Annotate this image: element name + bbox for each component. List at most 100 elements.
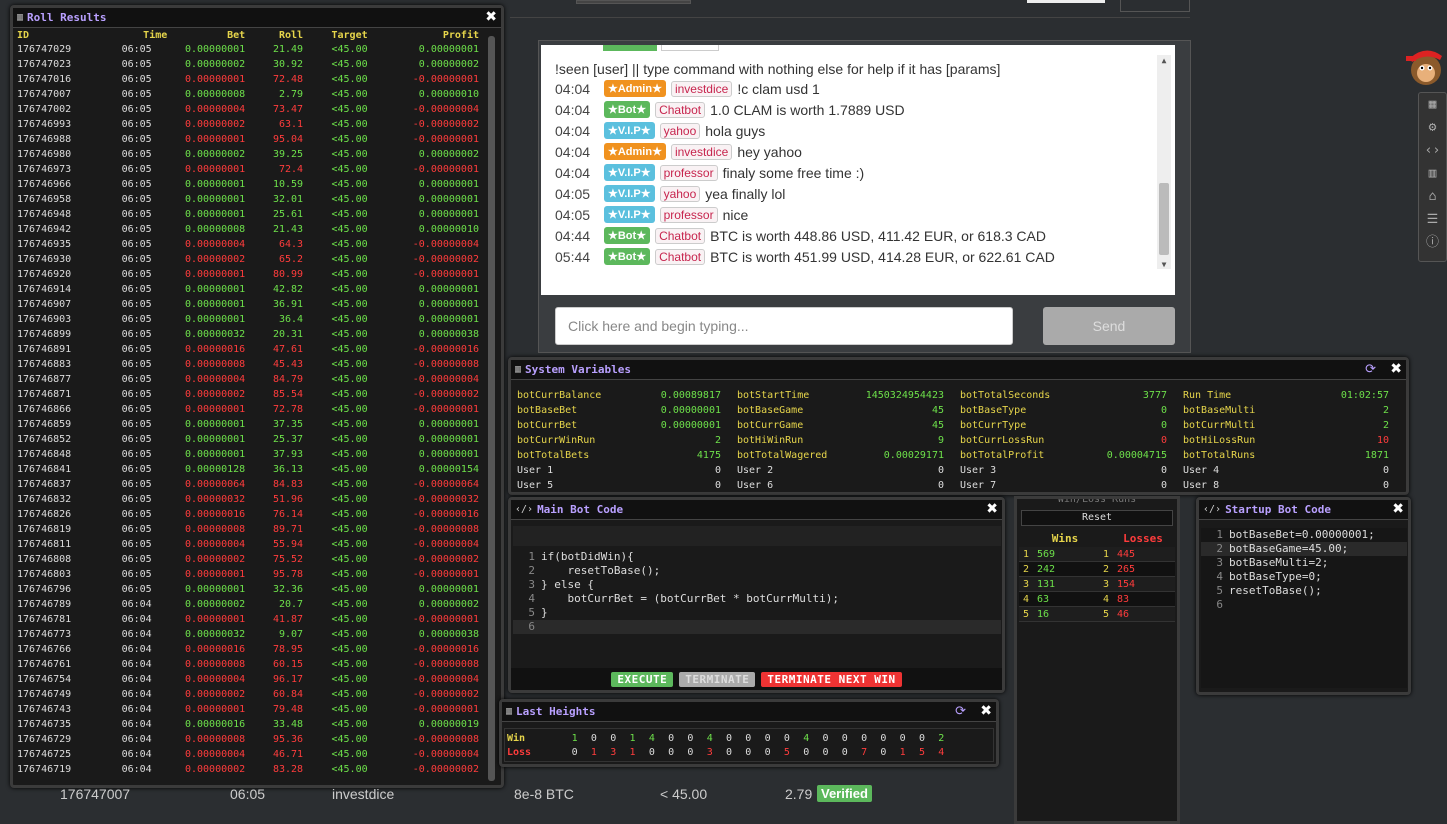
terminate-next-win-button[interactable]: TERMINATE NEXT WIN — [761, 671, 902, 687]
chat-username[interactable]: Chatbot — [655, 101, 706, 118]
terminate-button[interactable]: TERMINATE — [679, 671, 756, 687]
refresh-icon[interactable]: ⟳ — [1365, 362, 1376, 377]
table-cell: 06:05 — [121, 134, 152, 145]
system-variable: botBaseGame 45 — [735, 403, 958, 418]
system-variable: botTotalProfit 0.00004715 — [958, 448, 1181, 463]
table-cell: 42.82 — [272, 284, 304, 295]
chat-username[interactable]: Chatbot — [655, 248, 706, 265]
chat-username[interactable]: investdice — [670, 80, 733, 97]
startup-bot-code-titlebar[interactable]: ‹/› Startup Bot Code — [1199, 500, 1408, 520]
table-cell: <45.00 — [331, 239, 368, 250]
table-cell: -0.00000001 — [412, 74, 479, 85]
table-cell: -0.00000004 — [412, 749, 479, 760]
table-row: 176746808 06:05 0.00000002 75.52 <45.00 -0.00… — [17, 552, 479, 567]
table-cell: 0.00000002 — [418, 149, 479, 160]
system-variable: User 5 0 — [515, 478, 735, 493]
variable-value: 0 — [714, 465, 721, 476]
height-value: 0 — [822, 746, 829, 758]
table-cell: 0.00000004 — [184, 749, 246, 760]
list-icon[interactable]: ☰ — [1419, 208, 1446, 231]
win-loss-cell: 2 — [1103, 563, 1110, 575]
calculator-icon[interactable]: ▦ — [1419, 93, 1446, 116]
table-cell: 0.00000128 — [184, 464, 246, 475]
chat-message: 04:44 ★Bot★ Chatbot BTC is worth 448.86 USD… — [541, 225, 1175, 246]
table-cell: 06:05 — [121, 419, 152, 430]
table-cell: <45.00 — [331, 539, 368, 550]
close-icon[interactable]: ✖ — [980, 703, 992, 719]
variable-value: 2 — [1382, 420, 1389, 431]
table-row: 176746729 06:04 0.00000008 95.36 <45.00 -0.00… — [17, 732, 479, 747]
side-toolbar: ▦ ⚙ ‹› ▥ ⌂ ☰ ⓘ — [1418, 92, 1447, 262]
system-variables-titlebar[interactable]: ▥ System Variables — [511, 360, 1406, 380]
chat-username[interactable]: yahoo — [659, 185, 701, 202]
table-cell: 176746859 — [17, 419, 72, 430]
main-bot-code-titlebar[interactable]: ‹/› Main Bot Code — [511, 500, 1002, 520]
below-time: 06:05 — [230, 786, 266, 802]
table-row: 176746877 06:05 0.00000004 84.79 <45.00 -0.00… — [17, 372, 479, 387]
table-cell: 06:05 — [121, 389, 152, 400]
table-cell: 176746837 — [17, 479, 72, 490]
column-header: Target — [331, 29, 368, 41]
table-cell: 0.00000016 — [184, 344, 246, 355]
scroll-down-icon[interactable]: ▼ — [1157, 260, 1171, 269]
chat-scrollbar[interactable]: ▲ ▼ — [1157, 55, 1171, 269]
table-cell: 95.78 — [272, 569, 304, 580]
table-cell: -0.00000001 — [412, 134, 479, 145]
table-cell: 0.00000038 — [418, 629, 479, 640]
table-cell: 06:05 — [121, 539, 152, 550]
execute-button[interactable]: EXECUTE — [611, 671, 674, 687]
roll-results-titlebar[interactable]: ▥ Roll Results — [13, 8, 501, 28]
variable-name: botBaseMulti — [1183, 405, 1256, 416]
scroll-up-icon[interactable]: ▲ — [1157, 55, 1171, 67]
height-value: 0 — [590, 732, 597, 744]
close-icon[interactable]: ✖ — [1390, 361, 1402, 377]
info-icon[interactable]: ⓘ — [1419, 231, 1446, 254]
table-row: 176746781 06:04 0.00000001 41.87 <45.00 -0.00… — [17, 612, 479, 627]
table-cell: <45.00 — [331, 359, 368, 370]
close-icon[interactable]: ✖ — [1392, 501, 1404, 517]
table-cell: 0.00000001 — [184, 449, 246, 460]
role-badge: ★V.I.P★ — [604, 122, 655, 139]
variable-name: User 5 — [517, 480, 554, 491]
height-value: 0 — [764, 746, 771, 758]
bank-icon[interactable]: ⌂ — [1419, 185, 1446, 208]
system-variable: Run Time 01:02:57 — [1181, 388, 1403, 403]
close-icon[interactable]: ✖ — [986, 501, 998, 517]
roll-results-scrollbar[interactable] — [488, 36, 495, 781]
send-button[interactable]: Send — [1043, 307, 1175, 345]
startup-code-editor[interactable]: 1 botBaseBet=0.00000001; 2 botBaseGame=45.0… — [1201, 528, 1407, 688]
table-cell: 0.00000001 — [418, 449, 479, 460]
refresh-icon[interactable]: ⟳ — [955, 704, 966, 719]
table-cell: -0.00000001 — [412, 269, 479, 280]
table-cell: 0.00000008 — [184, 659, 246, 670]
variable-name: botCurrGame — [737, 420, 804, 431]
bg-button-3 — [1120, 0, 1190, 12]
table-cell: 176746958 — [17, 194, 72, 205]
main-code-editor[interactable]: 1 if(botDidWin){2 resetToBase(); 3} else {… — [513, 550, 1001, 634]
chat-text: !c clam usd 1 — [737, 80, 820, 97]
table-cell: 176746980 — [17, 149, 72, 160]
table-row: 176746735 06:04 0.00000016 33.48 <45.00 0.000… — [17, 717, 479, 732]
win-loss-row: 2 242 2 265 — [1019, 562, 1175, 577]
variable-value: 0 — [1160, 405, 1167, 416]
chat-username[interactable]: yahoo — [659, 122, 701, 139]
table-row: 176746948 06:05 0.00000001 25.61 <45.00 0.000… — [17, 207, 479, 222]
variable-name: botCurrType — [960, 420, 1027, 431]
chat-input[interactable]: Click here and begin typing... — [555, 307, 1013, 345]
chat-username[interactable]: professor — [659, 206, 718, 223]
close-icon[interactable]: ✖ — [485, 9, 497, 25]
table-cell: <45.00 — [331, 584, 368, 595]
reset-button[interactable]: Reset — [1021, 510, 1173, 526]
chat-username[interactable]: professor — [659, 164, 718, 181]
last-heights-titlebar[interactable]: ▥ Last Heights — [502, 702, 996, 722]
code-icon[interactable]: ‹› — [1419, 139, 1446, 162]
gears-icon[interactable]: ⚙ — [1419, 116, 1446, 139]
table-cell: 06:05 — [121, 359, 152, 370]
chat-text: 1.0 CLAM is worth 1.7889 USD — [710, 101, 905, 118]
win-loss-titlebar[interactable]: Win/Loss Runs — [1017, 499, 1177, 507]
table-cell: 176746781 — [17, 614, 72, 625]
variable-name: User 7 — [960, 480, 997, 491]
chat-username[interactable]: Chatbot — [655, 227, 706, 244]
chart-icon[interactable]: ▥ — [1419, 162, 1446, 185]
chat-username[interactable]: investdice — [670, 143, 733, 160]
